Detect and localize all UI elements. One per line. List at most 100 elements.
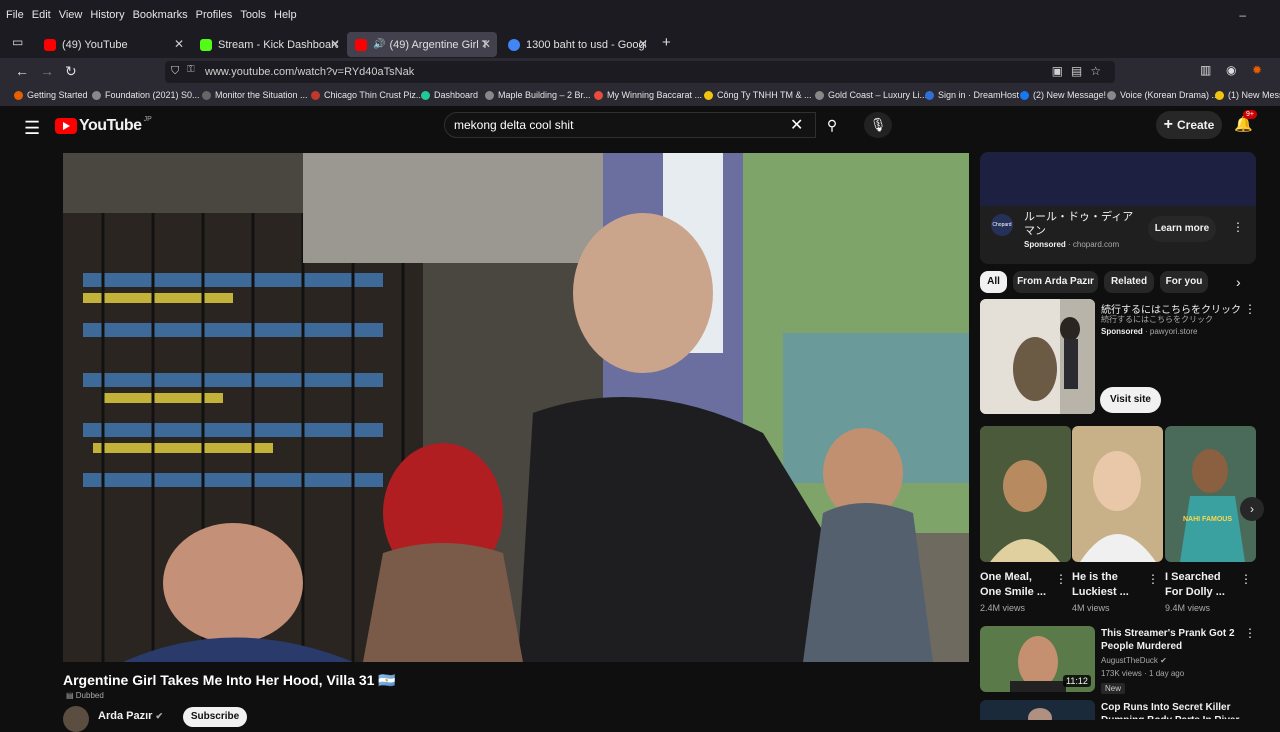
menu-view[interactable]: View [59,9,83,21]
bookmark-item[interactable]: Foundation (2021) S0... [92,90,200,100]
channel-name-text[interactable]: Arda Pazır [98,710,152,722]
bookmark-item[interactable]: (2) New Message! [1020,90,1106,100]
menu-profiles[interactable]: Profiles [196,9,233,21]
close-tab-icon[interactable]: ✕ [481,37,491,51]
short-card[interactable]: One Meal, One Smile ... 2.4M views ⋮ [980,426,1071,613]
channel-avatar[interactable] [63,706,89,732]
more-options-icon[interactable]: ⋮ [1244,302,1256,316]
menu-help[interactable]: Help [274,9,297,21]
video-thumbnail-image [980,700,1095,720]
bookmark-item[interactable]: Voice (Korean Drama) ... [1107,90,1219,100]
tab-youtube[interactable]: (49) YouTube ✕ [36,32,190,57]
youtube-logo[interactable]: YouTube JP [55,116,152,135]
account-icon[interactable]: ◉ [1226,63,1236,77]
tab-argentine-video[interactable]: 🔊 (49) Argentine Girl Takes M ✕ [347,32,497,57]
bookmark-item[interactable]: Gold Coast – Luxury Li... [815,90,927,100]
page-actions-icon[interactable]: ▣▤☆ [1052,64,1109,78]
ad-banner-image[interactable] [980,152,1256,206]
minimize-icon[interactable]: – [1239,8,1266,22]
create-button[interactable]: + Create [1156,111,1222,139]
menu-history[interactable]: History [90,9,124,21]
menu-tools[interactable]: Tools [240,9,266,21]
menu-file[interactable]: File [6,9,24,21]
video-title[interactable]: Cop Runs Into Secret Killer Dumping Body… [1101,701,1241,719]
short-thumbnail[interactable] [980,426,1071,562]
bookmark-item[interactable]: Dashboard [421,90,478,100]
bookmark-favicon-icon [92,90,101,100]
bookmark-item[interactable]: Getting Started [14,90,88,100]
short-thumbnail[interactable]: NAHI FAMOUS [1165,426,1256,562]
ad-brand-logo[interactable]: Chopard [991,214,1013,236]
video-card[interactable]: Cop Runs Into Secret Killer Dumping Body… [980,700,1256,720]
close-tab-icon[interactable]: ✕ [174,37,184,51]
url-text[interactable]: www.youtube.com/watch?v=RYd40aTsNak [205,66,414,78]
bookmark-item[interactable]: Monitor the Situation ... [202,90,308,100]
bookmark-item[interactable]: (1) New Mess [1215,90,1280,100]
extension-icon[interactable]: ✹ [1252,63,1262,77]
forward-icon[interactable]: → [40,63,54,79]
notification-badge: 9+ [1243,110,1257,119]
back-icon[interactable]: ← [15,63,29,79]
ad-title[interactable]: ルール・ドゥ・ディアマン [1024,210,1136,238]
subscribe-button[interactable]: Subscribe [183,707,247,727]
short-thumbnail[interactable] [1072,426,1163,562]
short-title[interactable]: One Meal, One Smile ... [980,570,1054,600]
video-channel-name[interactable]: AugustTheDuck [1101,656,1158,665]
search-icon[interactable]: ⚲ [815,112,849,138]
shield-icon[interactable]: ⛉ [171,65,179,78]
lock-icon[interactable]: ⚿ [187,64,195,75]
close-tab-icon[interactable]: ✕ [638,37,648,51]
chip-all[interactable]: All [980,271,1007,293]
bookmark-item[interactable]: Chicago Thin Crust Piz... [311,90,423,100]
video-thumbnail[interactable]: 11:12 [980,626,1095,692]
menu-icon[interactable]: ☰ [24,118,40,139]
tab-list-icon[interactable]: ▭ [12,35,23,49]
video-thumbnail[interactable] [980,700,1095,720]
video-channel[interactable]: AugustTheDuck ✔ [1101,656,1167,665]
menu-edit[interactable]: Edit [32,9,51,21]
ad-thumbnail[interactable] [980,299,1095,414]
bookmark-favicon-icon [202,90,211,100]
speaker-icon[interactable]: 🔊 [373,39,385,50]
tab-kick-dashboard[interactable]: Stream - Kick Dashboard ✕ [192,32,346,57]
search-input[interactable]: mekong delta cool shit [444,112,816,138]
microphone-icon[interactable]: 🎙 [864,112,892,138]
video-title[interactable]: This Streamer's Prank Got 2 People Murde… [1101,627,1241,653]
bookmark-item[interactable]: My Winning Baccarat ... [594,90,702,100]
chip-from-channel[interactable]: From Arda Pazır [1013,271,1098,293]
video-card[interactable]: 11:12 This Streamer's Prank Got 2 People… [980,626,1256,696]
bookmark-label: Maple Building – 2 Br... [498,90,591,100]
more-options-icon[interactable]: ⋮ [1055,572,1067,586]
short-title[interactable]: He is the Luckiest ... [1072,570,1146,600]
reload-icon[interactable]: ↻ [65,63,77,80]
chip-for-you[interactable]: For you [1160,271,1208,293]
more-options-icon[interactable]: ⋮ [1232,220,1244,234]
new-tab-icon[interactable]: + [662,34,671,51]
short-card[interactable]: He is the Luckiest ... 4M views ⋮ [1072,426,1163,613]
chip-related[interactable]: Related [1104,271,1154,293]
address-bar[interactable]: ⛉ ⚿ www.youtube.com/watch?v=RYd40aTsNak … [165,61,1115,83]
sidebar-icon[interactable]: ▥ [1200,63,1211,77]
clear-search-icon[interactable]: ✕ [790,115,803,135]
close-tab-icon[interactable]: ✕ [330,37,340,51]
menu-bookmarks[interactable]: Bookmarks [133,9,188,21]
short-card[interactable]: NAHI FAMOUS I Searched For Dolly ... 9.4… [1165,426,1256,613]
more-options-icon[interactable]: ⋮ [1147,572,1159,586]
video-player[interactable] [63,153,969,662]
bookmark-item[interactable]: Công Ty TNHH TM & ... [704,90,812,100]
tab-google-search[interactable]: 1300 baht to usd - Google Sear ✕ [500,32,654,57]
bookmark-item[interactable]: Sign in · DreamHost [925,90,1019,100]
search-value[interactable]: mekong delta cool shit [454,118,573,132]
bookmark-item[interactable]: Maple Building – 2 Br... [485,90,591,100]
bookmark-label: Chicago Thin Crust Piz... [324,90,424,100]
short-title[interactable]: I Searched For Dolly ... [1165,570,1239,600]
channel-name[interactable]: Arda Pazır ✔ [98,710,163,722]
more-options-icon[interactable]: ⋮ [1244,626,1256,640]
more-options-icon[interactable]: ⋮ [1240,572,1252,586]
ad2-subtitle: 続行するにはこちらをクリック [1101,315,1213,324]
chevron-right-icon[interactable]: › [1236,274,1241,290]
chevron-right-icon[interactable]: › [1240,497,1264,521]
ad-card[interactable]: Chopard ルール・ドゥ・ディアマン Sponsored · chopard… [980,152,1256,264]
learn-more-button[interactable]: Learn more [1148,216,1216,242]
visit-site-button[interactable]: Visit site [1100,387,1161,413]
